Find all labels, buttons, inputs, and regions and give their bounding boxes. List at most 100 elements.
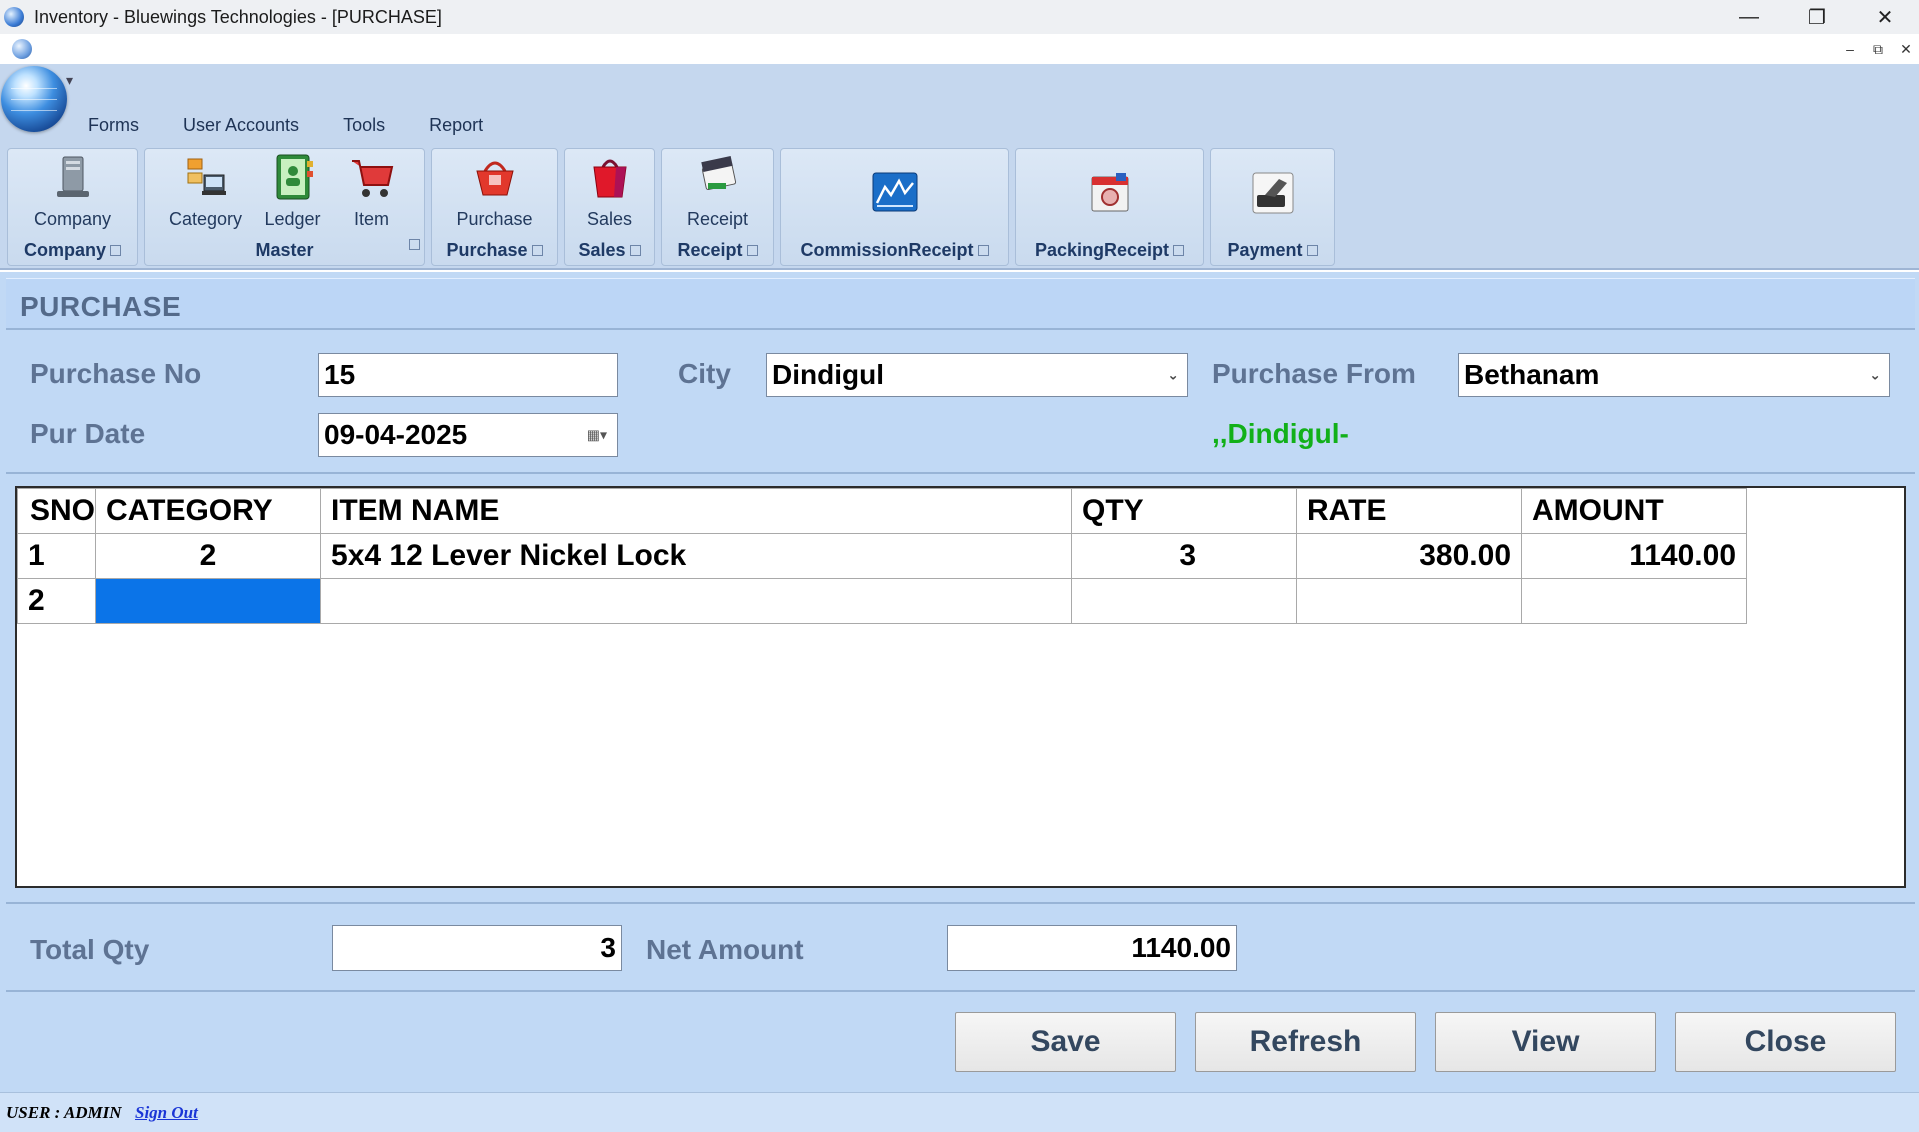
mdi-close-icon[interactable]: ✕ [1897,40,1915,58]
payment-launcher-icon[interactable] [1306,244,1318,256]
category-button[interactable]: Category [163,153,249,230]
purchase-no-input[interactable]: 15 [318,353,618,397]
sales-launcher-icon[interactable] [629,244,641,256]
company-launcher-icon[interactable] [110,244,121,256]
purchase-no-label: Purchase No [30,358,202,389]
divider [6,990,1915,992]
calendar-dropdown-icon[interactable]: ▦▾ [587,427,607,444]
form-title: PURCHASE [20,291,182,322]
group-label-receipt: Receipt [677,240,743,260]
category-icon [187,158,226,195]
refresh-button[interactable]: Refresh [1195,1012,1416,1072]
cell-rate[interactable]: 380.00 [1296,533,1523,579]
company-button[interactable]: Company [34,153,111,230]
purchase-button[interactable]: Purchase [445,153,545,230]
items-table: SNO CATEGORY ITEM NAME QTY RATE AMOUNT 1… [16,488,1748,624]
group-label-purchase: Purchase [446,240,528,260]
application-orb-icon[interactable] [1,66,67,132]
commission-receipt-button[interactable] [860,153,930,217]
sales-button[interactable]: Sales [575,153,645,230]
cart-icon [351,160,393,197]
purchase-launcher-icon[interactable] [531,244,543,256]
table-row[interactable]: 2 [16,578,1748,624]
column-header-category[interactable]: CATEGORY [95,488,322,534]
cell-amount[interactable]: 1140.00 [1521,533,1748,579]
window-titlebar: Inventory - Bluewings Technologies - [PU… [0,0,1919,34]
minimize-icon[interactable]: — [1715,0,1783,34]
group-label-commission-receipt: CommissionReceipt [800,240,974,260]
master-launcher-icon[interactable] [409,239,420,250]
tab-report[interactable]: Report [429,115,483,136]
purchase-label: Purchase [456,209,533,229]
tab-tools[interactable]: Tools [343,115,385,136]
purchase-from-select[interactable]: Bethanam ⌄ [1458,353,1890,397]
restore-icon[interactable]: ❐ [1783,0,1851,34]
cell-amount[interactable] [1521,578,1748,624]
group-payment: Payment [1210,148,1335,266]
item-button[interactable]: Item [337,153,407,230]
group-label-company: Company [23,240,106,260]
cell-item-name[interactable]: 5x4 12 Lever Nickel Lock [320,533,1073,579]
status-bar: USER : ADMIN Sign Out [0,1092,1919,1132]
supplier-address-text: ,,Dindigul- [1212,418,1349,449]
purchase-items-grid[interactable]: SNO CATEGORY ITEM NAME QTY RATE AMOUNT 1… [15,486,1906,888]
packing-receipt-launcher-icon[interactable] [1173,244,1185,256]
payment-button[interactable] [1238,153,1308,217]
column-header-rate[interactable]: RATE [1296,488,1523,534]
close-window-icon[interactable]: ✕ [1851,0,1919,34]
tab-user-accounts[interactable]: User Accounts [183,115,299,136]
mdi-minimize-icon[interactable]: – [1841,40,1859,58]
net-amount-field[interactable]: 1140.00 [947,925,1237,971]
cell-rate[interactable] [1296,578,1523,624]
column-header-qty[interactable]: QTY [1071,488,1298,534]
receipt-label: Receipt [686,209,749,229]
save-button[interactable]: Save [955,1012,1176,1072]
mdi-controls: – ⧉ ✕ [1841,40,1915,58]
pur-date-picker[interactable]: 09-04-2025 ▦▾ [318,413,618,457]
cell-qty[interactable] [1071,578,1298,624]
total-qty-field[interactable]: 3 [332,925,622,971]
tab-forms[interactable]: Forms [88,115,139,136]
cell-sno[interactable]: 2 [16,578,97,624]
city-select[interactable]: Dindigul ⌄ [766,353,1188,397]
window-controls: — ❐ ✕ [1715,0,1919,34]
group-label-sales: Sales [578,240,626,260]
divider [6,472,1915,474]
close-button[interactable]: Close [1675,1012,1896,1072]
receipt-icon [700,155,736,191]
city-value: Dindigul [772,359,884,390]
purchase-from-chevron-down-icon[interactable]: ⌄ [1869,367,1881,384]
city-chevron-down-icon[interactable]: ⌄ [1167,367,1179,384]
purchase-from-label: Purchase From [1212,358,1416,389]
purchase-form: PURCHASE Purchase No 15 City Dindigul ⌄ … [0,272,1919,1092]
cell-item-name[interactable] [320,578,1073,624]
child-window-icon[interactable] [12,39,32,59]
app-globe-icon [4,7,24,27]
packing-receipt-button[interactable] [1075,153,1145,217]
packing-icon [1091,173,1128,212]
commission-receipt-launcher-icon[interactable] [977,244,989,256]
cell-qty[interactable]: 3 [1071,533,1298,579]
payment-icon [1252,172,1293,214]
quick-access-dropdown-icon[interactable]: ▾ [66,72,73,89]
receipt-launcher-icon[interactable] [746,244,758,256]
pur-date-value: 09-04-2025 [324,419,468,450]
sign-out-link[interactable]: Sign Out [135,1103,198,1123]
cell-category[interactable]: 2 [95,533,322,579]
cell-sno[interactable]: 1 [16,533,97,579]
mdi-restore-icon[interactable]: ⧉ [1869,40,1887,58]
table-row[interactable]: 1 2 5x4 12 Lever Nickel Lock 3 380.00 11… [16,533,1748,579]
app-window: Inventory - Bluewings Technologies - [PU… [0,0,1919,1132]
cell-category-selected[interactable] [95,578,322,624]
column-header-amount[interactable]: AMOUNT [1521,488,1748,534]
group-commission-receipt: CommissionReceipt [780,148,1009,266]
column-header-sno[interactable]: SNO [16,488,97,534]
pur-date-label: Pur Date [30,418,146,449]
ledger-button[interactable]: Ledger [255,153,331,230]
shopping-basket-icon [475,161,514,196]
column-header-item-name[interactable]: ITEM NAME [320,488,1073,534]
receipt-button[interactable]: Receipt [673,153,763,230]
group-label-master: Master [255,240,314,260]
sales-label: Sales [586,209,633,229]
view-button[interactable]: View [1435,1012,1656,1072]
